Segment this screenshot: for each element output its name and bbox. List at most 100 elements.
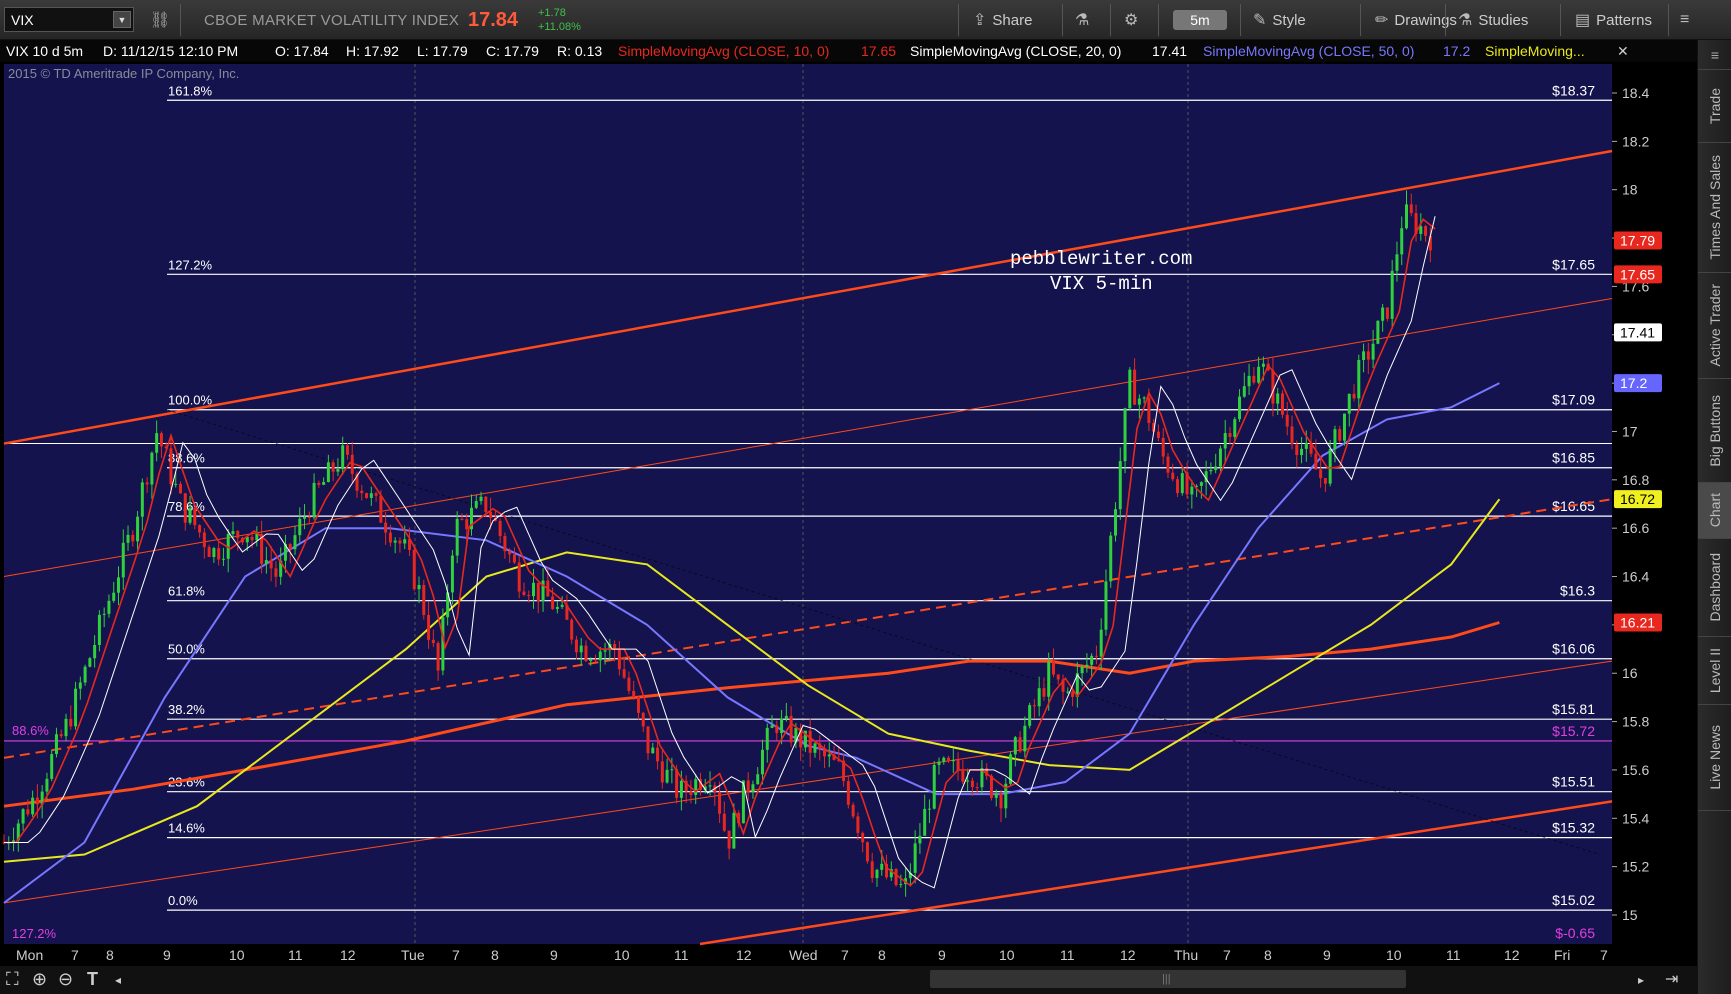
sidebar-tab-live-news[interactable]: Live News xyxy=(1698,705,1731,811)
chart-area[interactable]: Mon 7 8 9 10 11 12 Tue 7 8 9 10 11 12 Wed 7 8 9 10 11 12 Thu 7… xyxy=(0,62,1697,994)
candle-body xyxy=(622,669,626,678)
fib-level-price: $15.81 xyxy=(1552,701,1595,717)
candle-body xyxy=(1362,351,1366,361)
patterns-button[interactable]: ▤ Patterns xyxy=(1575,9,1652,31)
candle-body xyxy=(913,843,917,873)
candle-body xyxy=(26,809,30,815)
magenta-bottom-label: 127.2% xyxy=(12,926,57,941)
candle-body xyxy=(1381,307,1385,321)
flask-button[interactable]: ⚗ xyxy=(1075,9,1089,31)
candle-body xyxy=(641,712,645,727)
link-icon[interactable]: ⛓ xyxy=(150,10,170,30)
scroll-grip-icon[interactable]: ||| xyxy=(1162,973,1171,985)
patterns-icon: ▤ xyxy=(1575,12,1591,29)
candle-body xyxy=(45,778,49,792)
style-icon: ✎ xyxy=(1253,12,1267,29)
candle-body xyxy=(35,797,39,805)
candle-body xyxy=(512,554,516,563)
zoom-out-icon[interactable]: ⊖ xyxy=(58,969,73,990)
symbol-dropdown-icon[interactable]: ▼ xyxy=(113,11,131,28)
candle-body xyxy=(1342,413,1346,441)
sidebar-tab-dashboard[interactable]: Dashboard xyxy=(1698,539,1731,637)
sidebar-tab-label: Big Buttons xyxy=(1707,394,1723,467)
candle-body xyxy=(651,747,655,754)
candle-body xyxy=(1199,482,1203,486)
studies-button[interactable]: ⚗ Studies xyxy=(1458,9,1528,31)
candle-body xyxy=(636,697,640,713)
text-tool-icon[interactable]: T xyxy=(87,969,98,990)
candle-body xyxy=(508,551,512,555)
scroll-right-icon[interactable]: ▸ xyxy=(1638,973,1644,987)
collapse-icon[interactable]: ✕ xyxy=(1617,43,1629,60)
share-button[interactable]: ⇪ Share xyxy=(973,9,1032,31)
candle-body xyxy=(1190,486,1194,495)
settings-button[interactable]: ⚙ xyxy=(1124,9,1138,31)
x-tick-label: 11 xyxy=(674,947,689,963)
fib-level-label: 88.6% xyxy=(168,451,205,466)
chart-info-bar: VIX 10 d 5m D: 11/12/15 12:10 PM O: 17.8… xyxy=(0,40,1697,62)
candle-body xyxy=(202,532,206,548)
fit-icon[interactable]: ⛶ xyxy=(6,969,19,990)
flask-icon: ⚗ xyxy=(1075,12,1090,29)
expand-icon[interactable]: ⇥ xyxy=(1665,969,1678,989)
candle-body xyxy=(536,582,540,602)
sidebar-tab-label: Live News xyxy=(1707,725,1723,790)
x-tick-label: 9 xyxy=(1323,947,1331,963)
candle-body xyxy=(169,448,173,485)
price-chart-svg[interactable]: Mon 7 8 9 10 11 12 Tue 7 8 9 10 11 12 Wed 7 8 9 10 11 12 Thu 7… xyxy=(0,62,1697,966)
candle-body xyxy=(427,614,431,640)
candle-body xyxy=(1218,448,1222,467)
candle-body xyxy=(1123,408,1127,462)
sidebar-tab-chart[interactable]: Chart xyxy=(1698,483,1731,539)
candle-body xyxy=(1228,433,1232,437)
candle-body xyxy=(1400,228,1404,255)
sidebar-menu-icon[interactable]: ≡ xyxy=(1698,40,1731,70)
candle-body xyxy=(93,644,97,659)
sidebar-tab-level-ii[interactable]: Level II xyxy=(1698,637,1731,705)
sidebar-tab-times-and-sales[interactable]: Times And Sales xyxy=(1698,143,1731,273)
fib-level-label: 100.0% xyxy=(168,393,213,408)
candle-body xyxy=(646,726,650,754)
sidebar-tab-trade[interactable]: Trade xyxy=(1698,70,1731,143)
candle-body xyxy=(789,715,793,743)
candle-body xyxy=(1347,393,1351,414)
y-tick-label: 17 xyxy=(1622,423,1638,439)
candle-body xyxy=(78,682,82,689)
fib-level-label: 38.2% xyxy=(168,702,205,717)
candle-body xyxy=(770,725,774,728)
candle-body xyxy=(231,531,235,535)
candle-body xyxy=(1080,666,1084,674)
info-symbol-period: VIX 10 d 5m xyxy=(6,43,84,59)
toolbar-divider xyxy=(1062,4,1063,36)
scroll-left-icon[interactable]: ◂ xyxy=(115,973,121,987)
y-tick-label: 15.8 xyxy=(1622,714,1649,730)
info-sma10-label: SimpleMovingAvg (CLOSE, 10, 0) xyxy=(618,43,830,59)
timeframe-button[interactable]: 5m xyxy=(1173,10,1227,30)
candle-body xyxy=(174,483,178,485)
candle-body xyxy=(269,560,273,569)
zoom-in-icon[interactable]: ⊕ xyxy=(32,969,47,990)
candle-body xyxy=(551,596,555,610)
price-tag-label: 16.21 xyxy=(1620,614,1655,630)
sidebar-tab-active-trader[interactable]: Active Trader xyxy=(1698,273,1731,379)
candle-body xyxy=(923,808,927,836)
sidebar-tab-big-buttons[interactable]: Big Buttons xyxy=(1698,379,1731,483)
candle-body xyxy=(765,727,769,750)
candle-body xyxy=(207,547,211,558)
candle-body xyxy=(598,651,602,661)
menu-button[interactable]: ≡ xyxy=(1680,9,1689,31)
style-button[interactable]: ✎ Style xyxy=(1253,9,1306,31)
candle-body xyxy=(708,785,712,787)
info-sma20-value: 17.41 xyxy=(1152,43,1188,59)
fib-level-price: $17.65 xyxy=(1552,256,1595,272)
candle-body xyxy=(1314,453,1318,470)
toolbar-divider xyxy=(180,4,181,36)
chart-scrollbar[interactable]: ||| xyxy=(930,970,1406,988)
x-tick-label: 11 xyxy=(1060,947,1075,963)
candle-body xyxy=(193,508,197,526)
candle-body xyxy=(1037,688,1041,707)
symbol-input[interactable]: VIX ▼ xyxy=(4,7,134,32)
candle-body xyxy=(1133,369,1137,405)
candle-body xyxy=(236,531,240,538)
candle-body xyxy=(1261,363,1265,367)
